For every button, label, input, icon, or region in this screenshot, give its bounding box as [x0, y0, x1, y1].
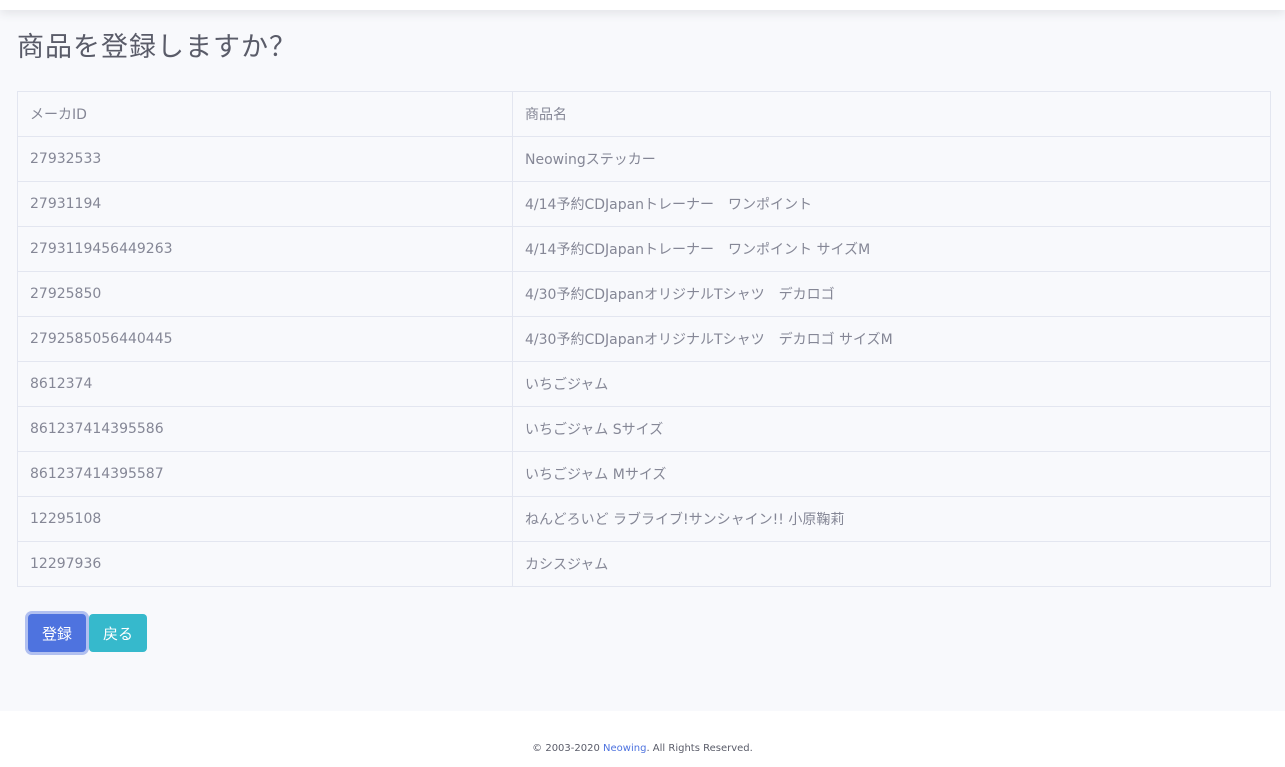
- table-row: 12295108 ねんどろいど ラブライブ!サンシャイン!! 小原鞠莉: [17, 496, 1271, 542]
- main-content: 商品を登録しますか？ メーカID 商品名 27932533 Neowingステッ…: [17, 28, 1271, 652]
- maker-id-cell: 12297936: [17, 541, 513, 587]
- product-name-cell: 4/30予約CDJapanオリジナルTシャツ デカロゴ: [512, 271, 1271, 317]
- page-title: 商品を登録しますか？: [17, 32, 297, 63]
- action-buttons: 登録 戻る: [28, 614, 147, 652]
- products-table: メーカID 商品名 27932533 Neowingステッカー 27931194…: [17, 91, 1271, 587]
- back-button[interactable]: 戻る: [89, 614, 147, 652]
- column-header-maker-id: メーカID: [17, 91, 513, 137]
- maker-id-cell: 8612374: [17, 361, 513, 407]
- top-navbar: [0, 0, 1285, 10]
- table-row: 861237414395587 いちごジャム Mサイズ: [17, 451, 1271, 497]
- product-name-cell: 4/14予約CDJapanトレーナー ワンポイント サイズM: [512, 226, 1271, 272]
- table-row: 861237414395586 いちごジャム Sサイズ: [17, 406, 1271, 452]
- table-row: 27932533 Neowingステッカー: [17, 136, 1271, 182]
- maker-id-cell: 861237414395586: [17, 406, 513, 452]
- product-name-cell: 4/14予約CDJapanトレーナー ワンポイント: [512, 181, 1271, 227]
- maker-id-cell: 27931194: [17, 181, 513, 227]
- product-name-cell: Neowingステッカー: [512, 136, 1271, 182]
- maker-id-cell: 12295108: [17, 496, 513, 542]
- footer: © 2003-2020 Neowing. All Rights Reserved…: [0, 711, 1285, 767]
- maker-id-cell: 2792585056440445: [17, 316, 513, 362]
- copyright-prefix: © 2003-2020: [532, 743, 604, 754]
- neowing-link[interactable]: Neowing: [603, 743, 646, 754]
- copyright-text: © 2003-2020 Neowing. All Rights Reserved…: [0, 743, 1285, 754]
- table-row: 8612374 いちごジャム: [17, 361, 1271, 407]
- product-name-cell: いちごジャム Sサイズ: [512, 406, 1271, 452]
- table-header-row: メーカID 商品名: [17, 91, 1271, 137]
- product-name-cell: いちごジャム: [512, 361, 1271, 407]
- column-header-product-name: 商品名: [512, 91, 1271, 137]
- table-row: 2792585056440445 4/30予約CDJapanオリジナルTシャツ …: [17, 316, 1271, 362]
- product-name-cell: 4/30予約CDJapanオリジナルTシャツ デカロゴ サイズM: [512, 316, 1271, 362]
- table-row: 27931194 4/14予約CDJapanトレーナー ワンポイント: [17, 181, 1271, 227]
- table-row: 12297936 カシスジャム: [17, 541, 1271, 587]
- table-row: 27925850 4/30予約CDJapanオリジナルTシャツ デカロゴ: [17, 271, 1271, 317]
- table-row: 2793119456449263 4/14予約CDJapanトレーナー ワンポイ…: [17, 226, 1271, 272]
- maker-id-cell: 2793119456449263: [17, 226, 513, 272]
- maker-id-cell: 27932533: [17, 136, 513, 182]
- product-name-cell: ねんどろいど ラブライブ!サンシャイン!! 小原鞠莉: [512, 496, 1271, 542]
- product-name-cell: いちごジャム Mサイズ: [512, 451, 1271, 497]
- copyright-suffix: . All Rights Reserved.: [646, 743, 753, 754]
- product-name-cell: カシスジャム: [512, 541, 1271, 587]
- maker-id-cell: 27925850: [17, 271, 513, 317]
- register-button[interactable]: 登録: [28, 614, 86, 652]
- maker-id-cell: 861237414395587: [17, 451, 513, 497]
